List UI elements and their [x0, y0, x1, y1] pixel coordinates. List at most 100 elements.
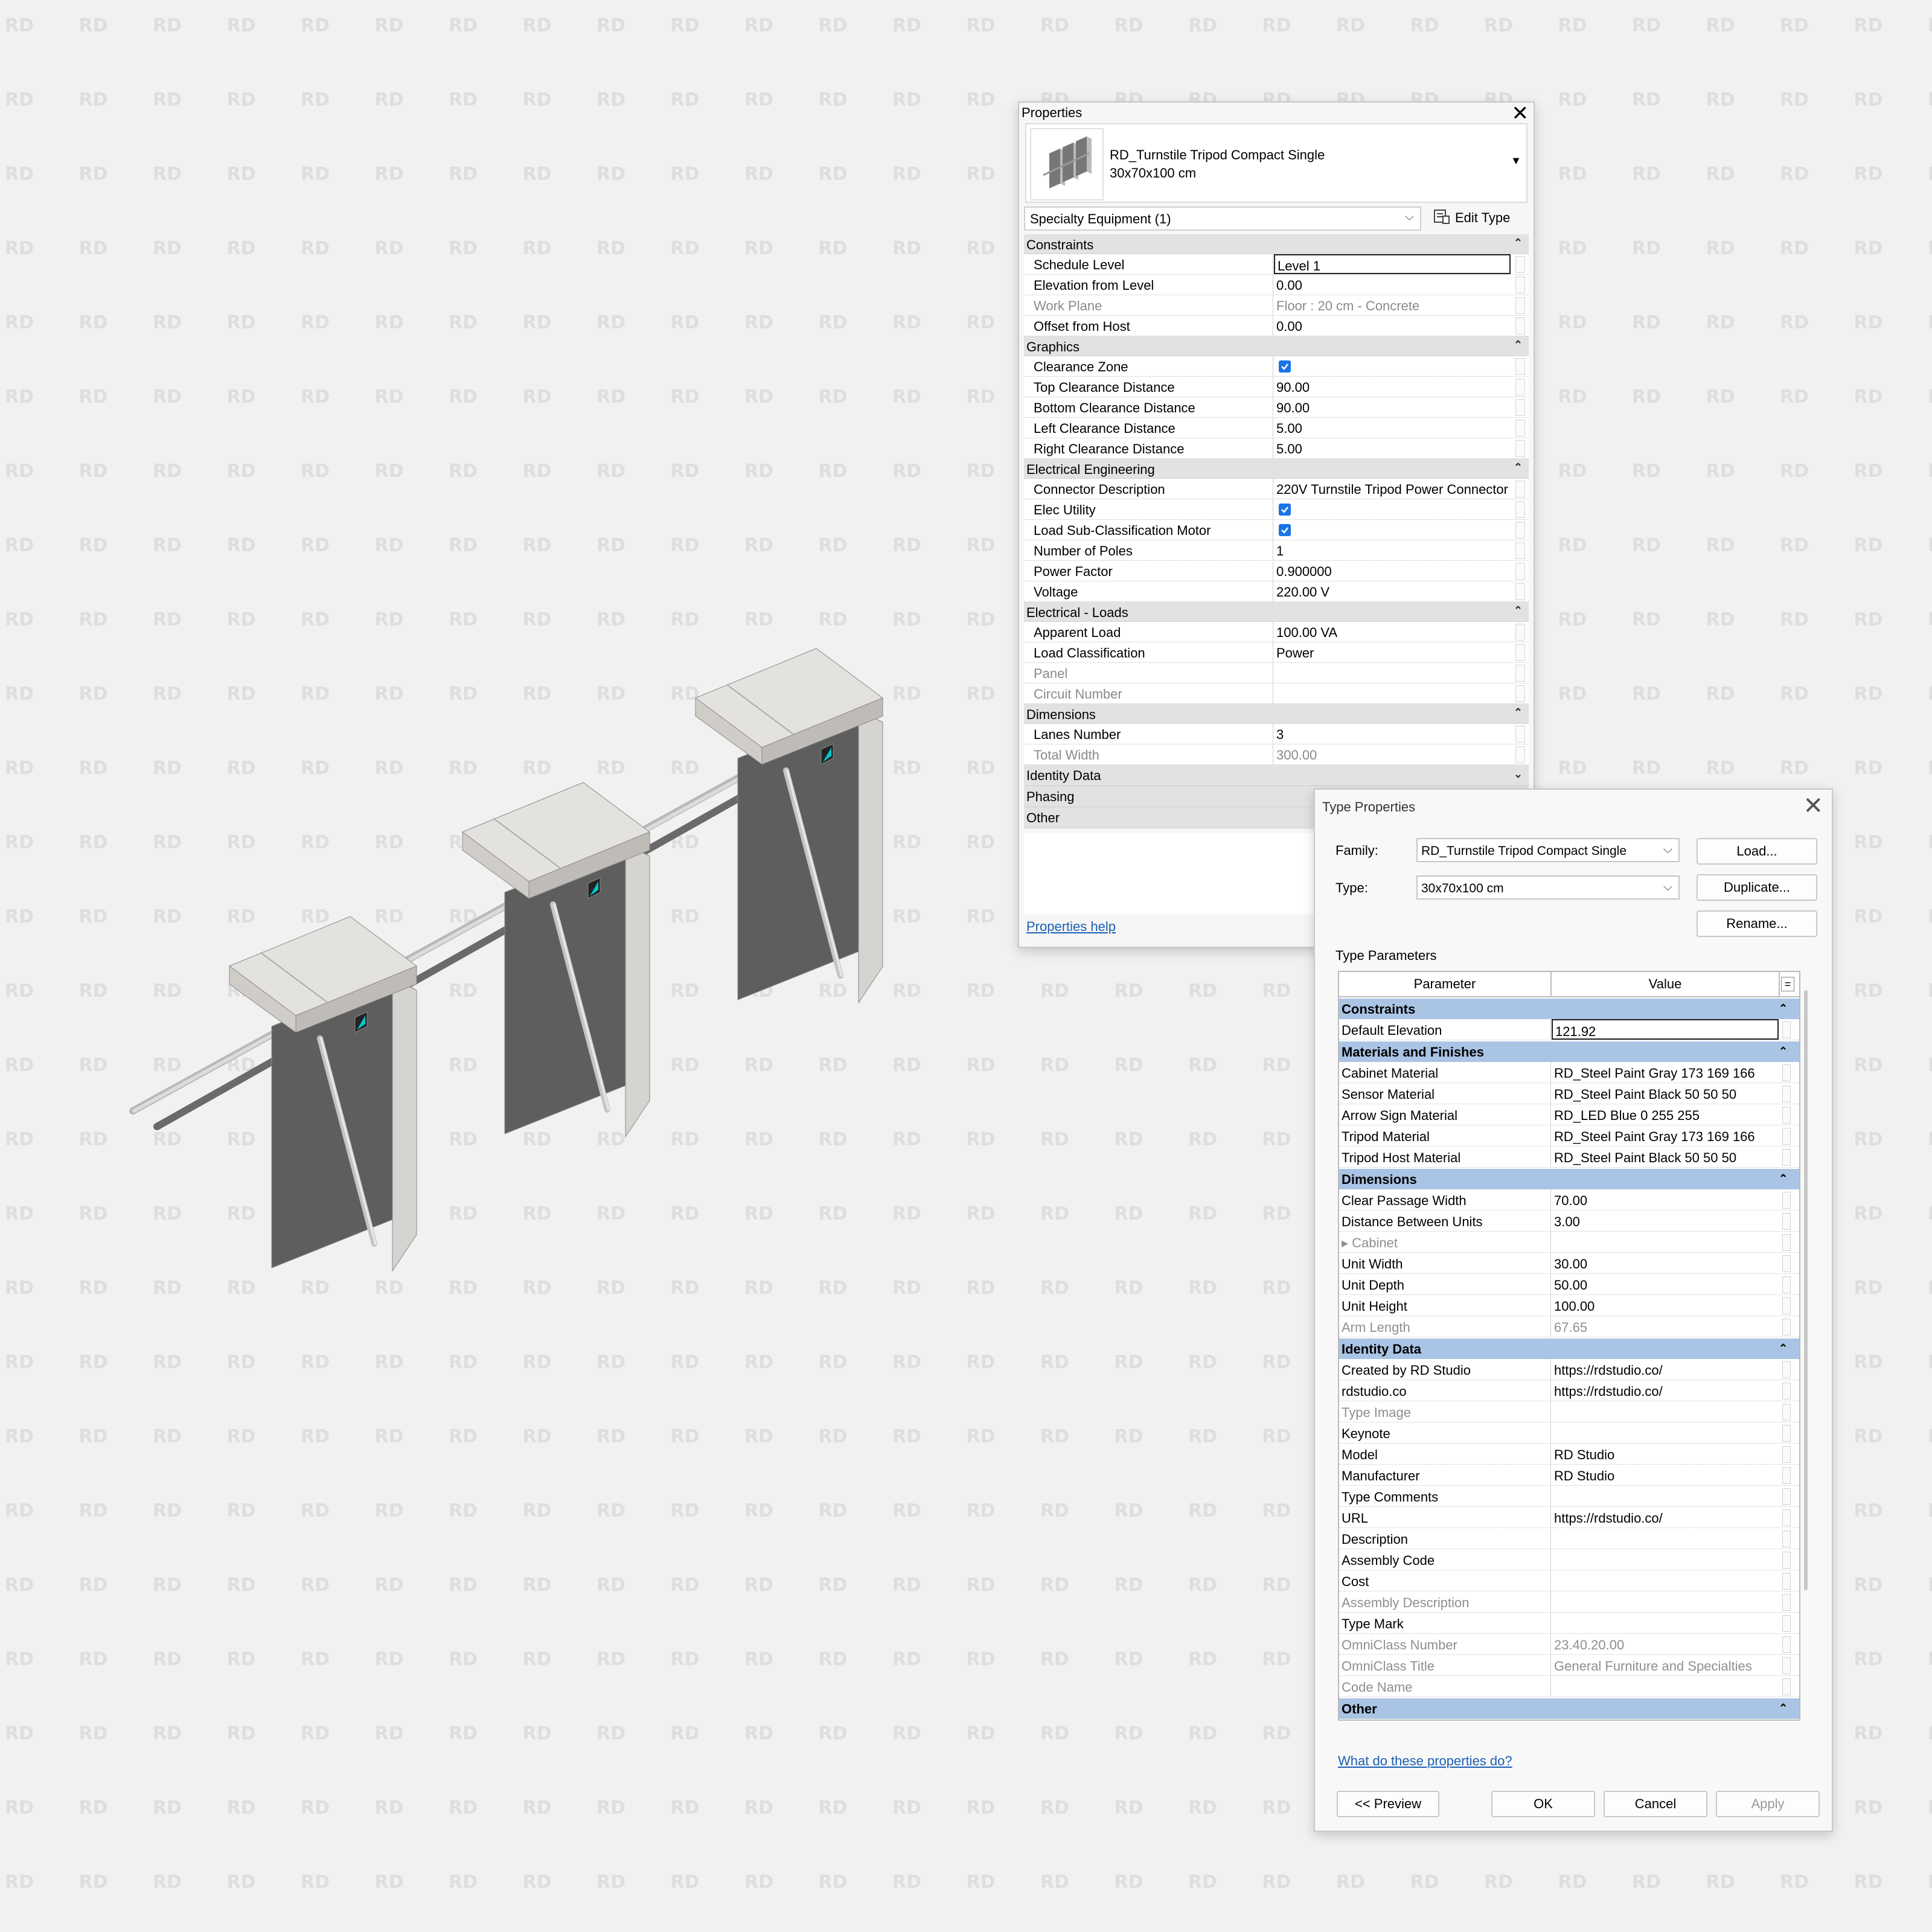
formula-button[interactable] — [1782, 1425, 1791, 1442]
collapse-icon[interactable]: ⌃ — [1514, 339, 1523, 351]
parameter-value[interactable]: 50.00 — [1552, 1274, 1779, 1294]
property-group-header[interactable]: Constraints ⌃ — [1024, 234, 1529, 254]
parameter-value[interactable]: RD Studio — [1552, 1444, 1779, 1464]
formula-button[interactable] — [1782, 1573, 1791, 1590]
type-properties-help-link[interactable]: What do these properties do? — [1338, 1753, 1512, 1769]
formula-button[interactable] — [1782, 1107, 1791, 1124]
property-value[interactable]: 5.00 — [1274, 418, 1511, 438]
collapse-icon[interactable]: ⌃ — [1779, 1002, 1788, 1015]
formula-button[interactable] — [1782, 1488, 1791, 1505]
collapse-icon[interactable]: ⌃ — [1514, 237, 1523, 249]
collapse-icon[interactable]: ⌃ — [1779, 1342, 1788, 1355]
property-value[interactable]: 5.00 — [1274, 438, 1511, 458]
formula-button[interactable] — [1782, 1615, 1791, 1632]
formula-button[interactable] — [1782, 1636, 1791, 1653]
property-value[interactable]: 90.00 — [1274, 397, 1511, 417]
formula-button[interactable] — [1782, 1404, 1791, 1421]
parameter-value[interactable]: https://rdstudio.co/ — [1552, 1359, 1779, 1380]
ok-button[interactable]: OK — [1491, 1791, 1595, 1817]
property-value[interactable]: 3 — [1274, 724, 1511, 744]
formula-button[interactable] — [1782, 1276, 1791, 1293]
instance-filter-dropdown[interactable]: Specialty Equipment (1) ⌵ — [1024, 206, 1421, 231]
parameter-value[interactable]: 70.00 — [1552, 1189, 1779, 1210]
type-selector[interactable]: RD_Turnstile Tripod Compact Single 30x70… — [1025, 123, 1527, 203]
formula-button[interactable] — [1782, 1678, 1791, 1695]
parameter-value[interactable] — [1552, 1613, 1779, 1633]
parameter-value[interactable] — [1552, 1570, 1779, 1591]
parameter-value[interactable]: RD Studio — [1552, 1465, 1779, 1485]
collapse-icon[interactable]: ⌃ — [1779, 1172, 1788, 1185]
formula-button[interactable] — [1782, 1446, 1791, 1463]
close-icon[interactable]: ✕ — [1512, 101, 1529, 126]
property-value[interactable] — [1274, 356, 1511, 376]
parameter-value[interactable]: 3.00 — [1552, 1211, 1779, 1231]
formula-button[interactable] — [1782, 1361, 1791, 1378]
formula-button[interactable] — [1782, 1552, 1791, 1569]
type-dropdown[interactable]: 30x70x100 cm ⌵ — [1416, 875, 1680, 900]
type-group-header[interactable]: Materials and Finishes ⌃ — [1339, 1040, 1799, 1062]
collapse-icon[interactable]: ⌃ — [1514, 461, 1523, 474]
property-value[interactable]: 220V Turnstile Tripod Power Connector — [1274, 479, 1511, 499]
edit-type-button[interactable]: Edit Type — [1430, 206, 1523, 228]
formula-button[interactable] — [1782, 1234, 1791, 1251]
formula-button[interactable] — [1782, 1531, 1791, 1547]
collapse-icon[interactable]: ⌃ — [1779, 1702, 1788, 1715]
property-value[interactable]: 220.00 V — [1274, 581, 1511, 601]
parameter-value[interactable]: RD_Steel Paint Black 50 50 50 — [1552, 1147, 1779, 1167]
property-group-header-collapsed[interactable]: Identity Data ⌄ — [1024, 765, 1529, 786]
type-group-header[interactable]: Identity Data ⌃ — [1339, 1337, 1799, 1359]
formula-button[interactable] — [1782, 1255, 1791, 1272]
collapse-icon[interactable]: ⌃ — [1779, 1045, 1788, 1058]
close-icon[interactable]: ✕ — [1803, 792, 1823, 820]
column-header-formula[interactable]: = — [1781, 977, 1794, 991]
type-parameters-scrollbar[interactable] — [1804, 990, 1808, 1590]
property-group-header[interactable]: Dimensions ⌃ — [1024, 704, 1529, 724]
type-group-header[interactable]: Dimensions ⌃ — [1339, 1168, 1799, 1189]
cancel-button[interactable]: Cancel — [1604, 1791, 1707, 1817]
formula-button[interactable] — [1782, 1149, 1791, 1166]
formula-button[interactable] — [1782, 1213, 1791, 1230]
parameter-value[interactable]: https://rdstudio.co/ — [1552, 1380, 1779, 1401]
parameter-value[interactable]: RD_LED Blue 0 255 255 — [1552, 1104, 1779, 1125]
property-value[interactable]: 0.900000 — [1274, 561, 1511, 581]
parameter-value[interactable]: RD_Steel Paint Gray 173 169 166 — [1552, 1062, 1779, 1083]
property-value[interactable]: Level 1 — [1274, 254, 1511, 274]
expand-icon[interactable]: ⌄ — [1514, 768, 1523, 781]
checkbox-checked-icon[interactable] — [1279, 504, 1291, 516]
properties-help-link[interactable]: Properties help — [1026, 919, 1116, 935]
load-button[interactable]: Load... — [1697, 838, 1817, 865]
property-value[interactable] — [1274, 520, 1511, 540]
parameter-value[interactable]: RD_Steel Paint Gray 173 169 166 — [1552, 1125, 1779, 1146]
property-value[interactable]: 0.00 — [1274, 275, 1511, 295]
column-header-value[interactable]: Value — [1552, 972, 1780, 996]
property-value[interactable] — [1274, 499, 1511, 519]
duplicate-button[interactable]: Duplicate... — [1697, 874, 1817, 901]
type-group-header[interactable]: Other ⌃ — [1339, 1697, 1799, 1719]
formula-button[interactable] — [1782, 1022, 1791, 1038]
column-header-parameter[interactable]: Parameter — [1339, 972, 1552, 996]
type-group-header[interactable]: Constraints ⌃ — [1339, 997, 1799, 1019]
formula-button[interactable] — [1782, 1467, 1791, 1484]
property-group-header[interactable]: Graphics ⌃ — [1024, 336, 1529, 356]
parameter-value[interactable] — [1552, 1422, 1779, 1443]
formula-button[interactable] — [1782, 1594, 1791, 1611]
property-value[interactable]: 100.00 VA — [1274, 622, 1511, 642]
collapse-icon[interactable]: ⌃ — [1514, 604, 1523, 617]
parameter-value[interactable] — [1552, 1486, 1779, 1506]
parameter-value[interactable]: 121.92 — [1552, 1019, 1779, 1040]
chevron-down-icon[interactable]: ▼ — [1511, 155, 1521, 167]
property-value[interactable]: 0.00 — [1274, 316, 1511, 336]
parameter-value[interactable]: RD_Steel Paint Black 50 50 50 — [1552, 1083, 1779, 1104]
apply-button[interactable]: Apply — [1716, 1791, 1820, 1817]
checkbox-checked-icon[interactable] — [1279, 524, 1291, 536]
family-dropdown[interactable]: RD_Turnstile Tripod Compact Single ⌵ — [1416, 838, 1680, 862]
formula-button[interactable] — [1782, 1319, 1791, 1335]
parameter-value[interactable]: 30.00 — [1552, 1253, 1779, 1273]
checkbox-checked-icon[interactable] — [1279, 360, 1291, 373]
formula-button[interactable] — [1782, 1064, 1791, 1081]
collapse-icon[interactable]: ⌃ — [1514, 706, 1523, 719]
parameter-value[interactable] — [1552, 1549, 1779, 1570]
property-group-header[interactable]: Electrical - Loads ⌃ — [1024, 602, 1529, 622]
preview-button[interactable]: << Preview — [1337, 1791, 1439, 1817]
formula-button[interactable] — [1782, 1192, 1791, 1209]
